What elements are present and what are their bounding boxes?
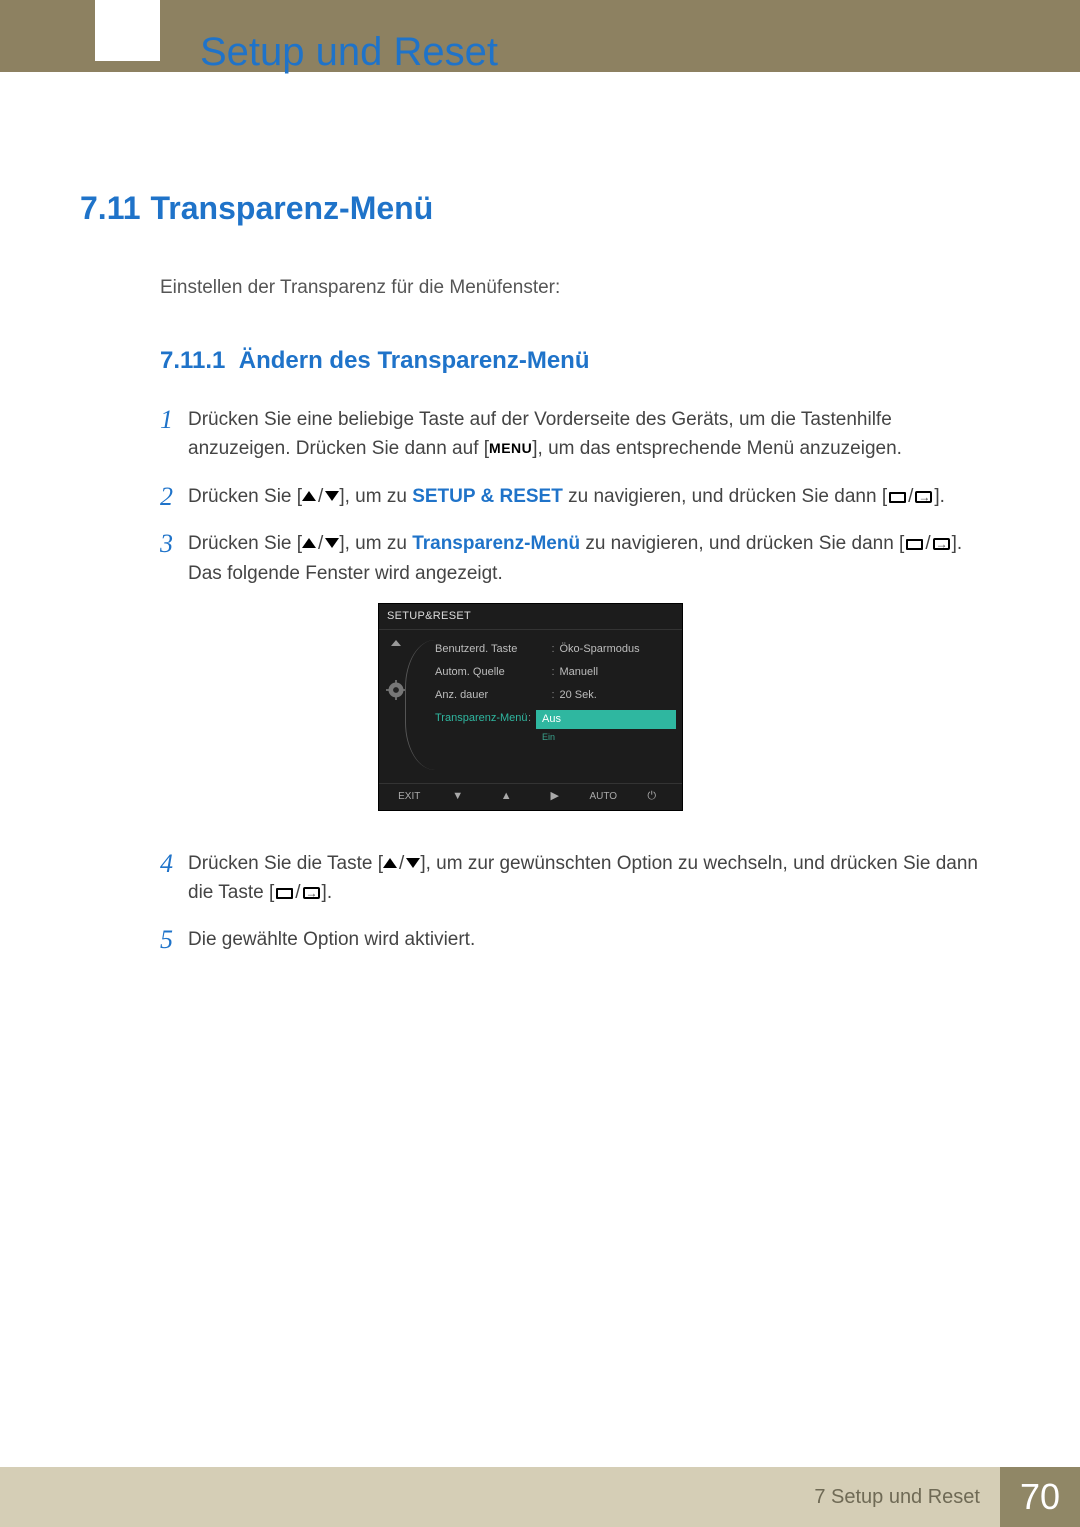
osd-bottom-bar: EXIT ▼ ▲ ▶ AUTO ⏻ bbox=[379, 783, 682, 809]
step-number: 5 bbox=[160, 925, 188, 953]
text: ], um das entsprechende Menü anzuzeigen. bbox=[532, 438, 902, 459]
display-icon bbox=[276, 888, 293, 899]
step-body: Drücken Sie die Taste [/], um zur gewüns… bbox=[188, 849, 990, 908]
alt-option: Ein bbox=[536, 732, 561, 742]
step-body: Drücken Sie [/], um zu SETUP & RESET zu … bbox=[188, 482, 990, 511]
chapter-title: Setup und Reset bbox=[200, 30, 498, 75]
osd-label: Transparenz-Menü bbox=[435, 710, 528, 746]
text: ]. bbox=[934, 486, 945, 507]
colon: : bbox=[552, 687, 560, 704]
header-banner bbox=[0, 0, 1080, 72]
colon: : bbox=[552, 664, 560, 681]
osd-row: Benutzerd. Taste:Öko-Sparmodus bbox=[435, 638, 676, 661]
footer-crumb: 7 Setup und Reset bbox=[0, 1467, 1000, 1527]
osd-exit-label: EXIT bbox=[390, 789, 428, 805]
enter-icon bbox=[303, 887, 320, 899]
colon: : bbox=[552, 641, 560, 658]
subsection-heading: 7.11.1 Ändern des Transparenz-Menü bbox=[160, 347, 990, 375]
osd-row: Autom. Quelle:Manuell bbox=[435, 661, 676, 684]
nav-up-icon: ▲ bbox=[487, 788, 525, 805]
osd-auto-label: AUTO bbox=[584, 789, 622, 805]
osd-label: Benutzerd. Taste bbox=[435, 641, 552, 658]
subsection-title: Ändern des Transparenz-Menü bbox=[239, 347, 590, 374]
step-2: 2 Drücken Sie [/], um zu SETUP & RESET z… bbox=[160, 482, 990, 511]
osd-value: 20 Sek. bbox=[560, 687, 677, 704]
section-heading: 7.11 Transparenz-Menü bbox=[80, 190, 990, 227]
display-icon bbox=[906, 539, 923, 550]
text: zu navigieren, und drücken Sie dann [ bbox=[563, 486, 887, 507]
text: ]. bbox=[322, 882, 333, 903]
nav-down-icon: ▼ bbox=[439, 788, 477, 805]
section-number: 7.11 bbox=[80, 190, 141, 226]
link-text: Transparenz-Menü bbox=[412, 533, 580, 554]
menu-label: MENU bbox=[489, 440, 532, 456]
step-1: 1 Drücken Sie eine beliebige Taste auf d… bbox=[160, 405, 990, 464]
text: Drücken Sie [ bbox=[188, 533, 302, 554]
triangle-up-icon bbox=[302, 491, 316, 501]
osd-screenshot: SETUP&RESET Benutzerd. Taste:Öko-Sparmod… bbox=[378, 603, 683, 810]
osd-menu-items: Benutzerd. Taste:Öko-Sparmodus Autom. Qu… bbox=[411, 634, 682, 749]
osd-label: Anz. dauer bbox=[435, 687, 552, 704]
page-content: 7.11 Transparenz-Menü Einstellen der Tran… bbox=[80, 190, 990, 973]
gear-icon bbox=[386, 680, 406, 700]
triangle-up-icon bbox=[383, 858, 397, 868]
scroll-up-icon bbox=[391, 640, 401, 646]
text: Drücken Sie [ bbox=[188, 486, 302, 507]
osd-value: Öko-Sparmodus bbox=[560, 641, 677, 658]
triangle-down-icon bbox=[325, 538, 339, 548]
step-3: 3 Drücken Sie [/], um zu Transparenz-Men… bbox=[160, 529, 990, 830]
triangle-up-icon bbox=[302, 538, 316, 548]
power-icon: ⏻ bbox=[633, 788, 671, 805]
text: ], um zu bbox=[339, 533, 412, 554]
text: zu navigieren, und drücken Sie dann [ bbox=[580, 533, 904, 554]
osd-label: Autom. Quelle bbox=[435, 664, 552, 681]
subsection-number: 7.11.1 bbox=[160, 347, 225, 374]
osd-body: Benutzerd. Taste:Öko-Sparmodus Autom. Qu… bbox=[379, 630, 682, 783]
text: Drücken Sie die Taste [ bbox=[188, 853, 383, 874]
step-body: Drücken Sie [/], um zu Transparenz-Menü … bbox=[188, 529, 990, 830]
header-cutout bbox=[95, 0, 160, 61]
step-5: 5 Die gewählte Option wird aktiviert. bbox=[160, 925, 990, 954]
enter-icon bbox=[933, 538, 950, 550]
colon: : bbox=[528, 710, 536, 746]
osd-value: Manuell bbox=[560, 664, 677, 681]
text: ], um zu bbox=[339, 486, 412, 507]
osd-row-active: Transparenz-Menü: Aus Ein bbox=[435, 707, 676, 749]
step-number: 3 bbox=[160, 529, 188, 557]
selected-option: Aus bbox=[536, 710, 676, 729]
enter-icon bbox=[915, 491, 932, 503]
osd-title: SETUP&RESET bbox=[379, 604, 682, 630]
step-body: Drücken Sie eine beliebige Taste auf der… bbox=[188, 405, 990, 464]
intro-text: Einstellen der Transparenz für die Menüf… bbox=[160, 277, 990, 299]
step-number: 4 bbox=[160, 849, 188, 877]
decorative-arc bbox=[405, 640, 435, 770]
step-number: 2 bbox=[160, 482, 188, 510]
page-number: 70 bbox=[1000, 1467, 1080, 1527]
osd-row: Anz. dauer:20 Sek. bbox=[435, 684, 676, 707]
step-4: 4 Drücken Sie die Taste [/], um zur gewü… bbox=[160, 849, 990, 908]
page-footer: 7 Setup und Reset 70 bbox=[0, 1467, 1080, 1527]
triangle-down-icon bbox=[325, 491, 339, 501]
text: Die gewählte Option wird aktiviert. bbox=[188, 929, 475, 950]
nav-right-icon: ▶ bbox=[536, 788, 574, 805]
step-number: 1 bbox=[160, 405, 188, 433]
link-text: SETUP & RESET bbox=[412, 486, 563, 507]
section-title: Transparenz-Menü bbox=[151, 190, 434, 226]
display-icon bbox=[889, 492, 906, 503]
triangle-down-icon bbox=[406, 858, 420, 868]
osd-value: Aus Ein bbox=[536, 710, 676, 746]
step-body: Die gewählte Option wird aktiviert. bbox=[188, 925, 990, 954]
step-list: 1 Drücken Sie eine beliebige Taste auf d… bbox=[160, 405, 990, 955]
